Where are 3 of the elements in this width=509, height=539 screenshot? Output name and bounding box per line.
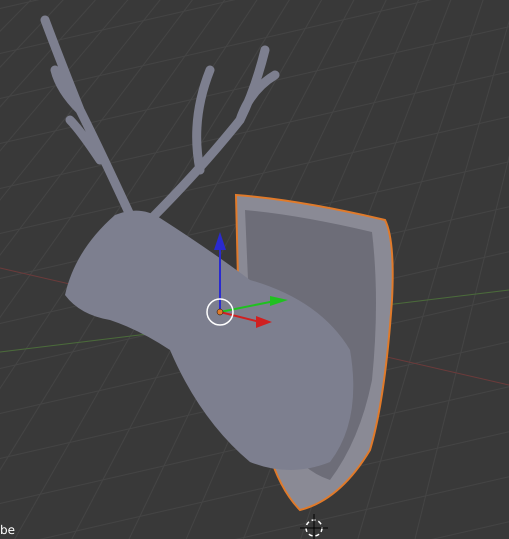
3d-cursor-icon xyxy=(300,514,328,539)
object-name-label: be xyxy=(0,523,15,537)
3d-viewport[interactable]: be xyxy=(0,0,509,539)
